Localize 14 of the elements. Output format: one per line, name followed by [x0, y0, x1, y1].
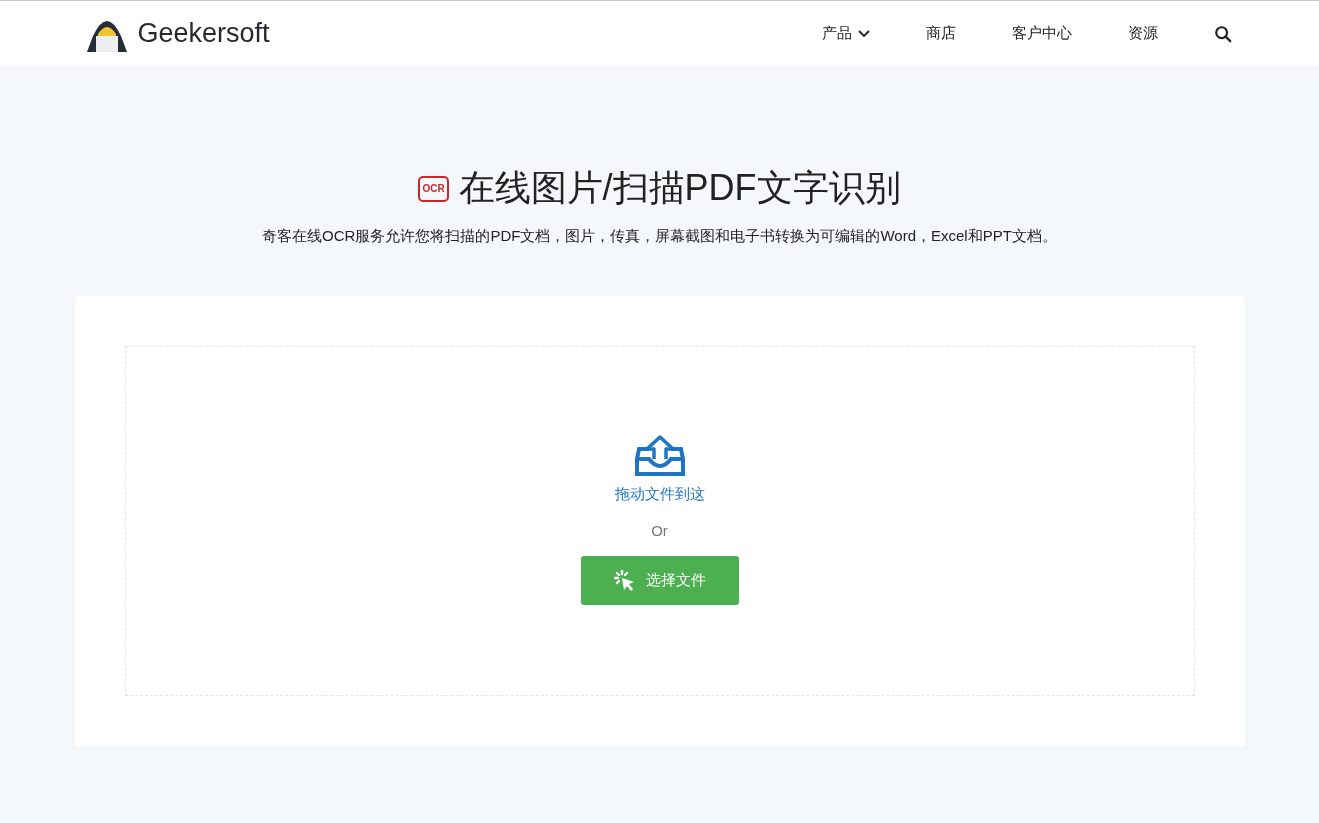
or-label: Or [651, 522, 668, 539]
page-subtitle: 奇客在线OCR服务允许您将扫描的PDF文档，图片，传真，屏幕截图和电子书转换为可编辑的Word，Excel和PPT文档。 [262, 227, 1057, 246]
drop-hint: 拖动文件到这 [614, 485, 705, 504]
cursor-click-icon [613, 569, 636, 592]
search-icon[interactable] [1213, 24, 1232, 43]
ocr-badge: OCR [418, 175, 449, 202]
nav-link[interactable]: 商店 [925, 24, 956, 43]
upload-tray-icon [634, 435, 685, 477]
nav-link[interactable]: 资源 [1127, 24, 1158, 43]
page-title: 在线图片/扫描PDF文字识别 [458, 166, 901, 210]
nav-link[interactable]: 产品 [821, 24, 870, 43]
brand-link[interactable]: Geekersoft [84, 13, 270, 54]
drop-zone[interactable]: 拖动文件到这 Or 选择文件 [124, 346, 1195, 696]
nav-link[interactable]: 客户中心 [1011, 24, 1072, 43]
